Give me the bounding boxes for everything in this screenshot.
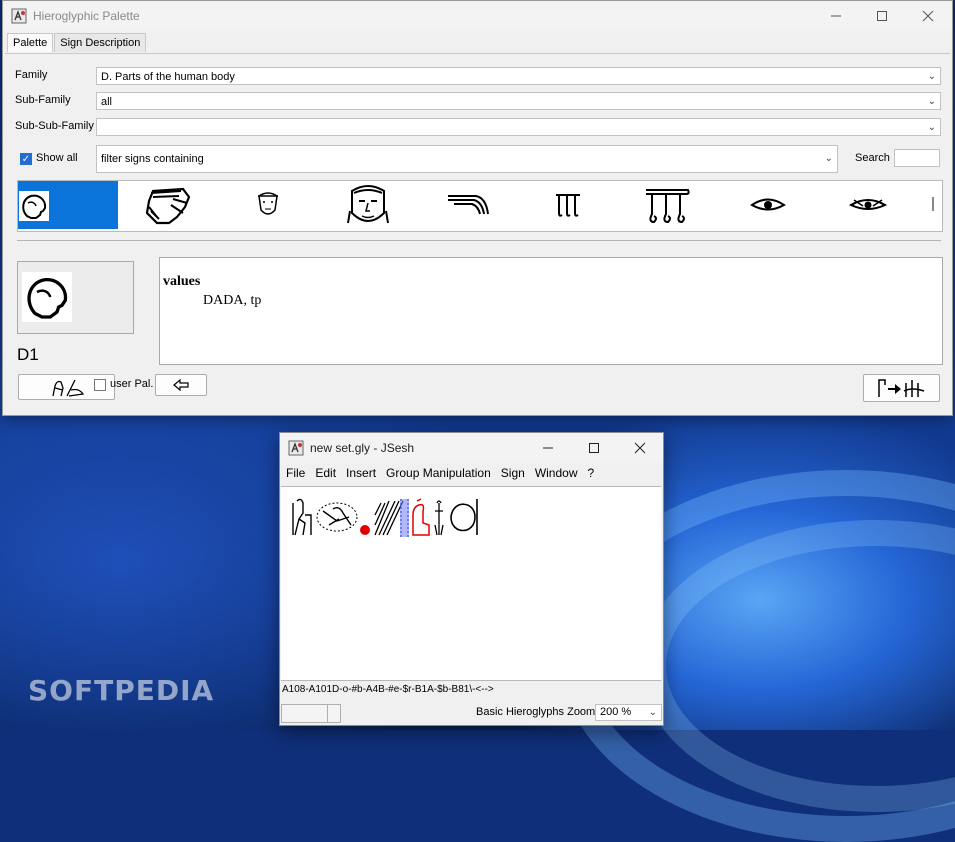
menu-file[interactable]: File <box>286 466 305 480</box>
insert-sign-button[interactable] <box>863 374 940 402</box>
chevron-down-icon: ⌄ <box>927 122 936 133</box>
sign-d2[interactable] <box>118 181 218 229</box>
minimize-icon <box>831 15 841 17</box>
painted-eye-glyph-icon <box>849 199 887 210</box>
sign-d9[interactable] <box>818 181 918 229</box>
jsesh-titlebar[interactable]: new set.gly - JSesh <box>280 433 663 463</box>
menu-group-manipulation[interactable]: Group Manipulation <box>386 466 491 480</box>
menu-help[interactable]: ? <box>588 466 595 480</box>
back-button[interactable] <box>155 374 207 396</box>
subfamily-value: all <box>101 96 113 108</box>
tab-sign-description[interactable]: Sign Description <box>54 33 147 52</box>
palette-window: Hieroglyphic Palette Palette Sign Descri… <box>2 0 953 416</box>
lock-of-hair-glyph-icon <box>556 194 580 217</box>
chevron-down-icon: ⌄ <box>648 707 657 718</box>
strip-scrollbar[interactable] <box>932 197 934 211</box>
minimize-icon <box>543 447 553 449</box>
selected-sign-code: D1 <box>17 345 39 364</box>
zoom-select[interactable]: 200 % ⌄ <box>595 704 662 721</box>
softpedia-watermark: SOFTPEDIA <box>28 674 215 707</box>
eye-glyph-icon <box>750 198 786 211</box>
chevron-down-icon: ⌄ <box>927 71 936 82</box>
insert-arrow-glyphs-icon <box>877 379 924 397</box>
jsesh-menubar: File Edit Insert Group Manipulation Sign… <box>280 463 663 483</box>
jsesh-minimize-button[interactable] <box>525 433 571 463</box>
tab-palette[interactable]: Palette <box>7 33 54 52</box>
palette-tabs: Palette Sign Description <box>7 33 147 52</box>
java-app-icon <box>288 440 304 456</box>
sign-preview <box>17 261 134 334</box>
triple-hooks-glyph-icon <box>646 189 690 224</box>
subsubfamily-select[interactable]: ⌄ <box>96 118 941 136</box>
sign-d4[interactable] <box>318 181 418 229</box>
jsesh-statusbar: Basic Hieroglyphs Zoom 200 % ⌄ <box>280 703 663 723</box>
head-profile-glyph-icon <box>19 191 49 221</box>
values-heading: values <box>163 274 201 289</box>
filter-select[interactable]: filter signs containing ⌄ <box>96 145 838 173</box>
sign-preview-canvas <box>22 272 72 322</box>
zoom-value: 200 % <box>600 706 632 718</box>
sign-d3[interactable] <box>218 181 318 229</box>
minimize-button[interactable] <box>813 1 859 31</box>
chevron-down-icon: ⌄ <box>824 153 833 164</box>
sign-strip <box>17 180 943 232</box>
close-icon <box>634 442 646 454</box>
hieroglyph-editor-canvas[interactable] <box>281 486 661 681</box>
menu-edit[interactable]: Edit <box>315 466 336 480</box>
java-app-icon <box>11 8 27 24</box>
sign-d1[interactable] <box>18 181 118 229</box>
palette-panel: Family D. Parts of the human body ⌄ Sub-… <box>5 53 950 413</box>
hieroglyph-text-glyphs <box>292 498 478 537</box>
palette-titlebar[interactable]: Hieroglyphic Palette <box>3 1 952 31</box>
mdc-code-field[interactable]: A108-A101D-o-#b-A4B-#e-$r-B1A-$b-B81\-<-… <box>282 684 494 695</box>
family-value: D. Parts of the human body <box>101 71 235 83</box>
face-wig-glyph-icon <box>145 187 191 225</box>
separator <box>17 240 941 241</box>
status-cell-1 <box>281 704 328 723</box>
status-cell-2 <box>327 704 341 723</box>
sign-info-pane: values DADA, tp <box>159 257 943 365</box>
family-select[interactable]: D. Parts of the human body ⌄ <box>96 67 941 85</box>
zoom-label: Basic Hieroglyphs Zoom <box>476 706 596 718</box>
menu-window[interactable]: Window <box>535 466 578 480</box>
filter-value: filter signs containing <box>101 153 204 165</box>
show-all-checkbox[interactable]: ✓ <box>20 153 32 165</box>
sign-d6[interactable] <box>518 181 618 229</box>
jsesh-title: new set.gly - JSesh <box>310 441 415 455</box>
jsesh-maximize-button[interactable] <box>571 433 617 463</box>
palette-title: Hieroglyphic Palette <box>33 9 140 23</box>
maximize-icon <box>877 11 887 21</box>
show-all-label: Show all <box>36 152 78 164</box>
family-label: Family <box>15 69 48 81</box>
maximize-button[interactable] <box>859 1 905 31</box>
subfamily-select[interactable]: all ⌄ <box>96 92 941 110</box>
jsesh-window: new set.gly - JSesh File Edit Insert Gro… <box>279 432 664 726</box>
jsesh-close-button[interactable] <box>617 433 663 463</box>
maximize-icon <box>589 443 599 453</box>
sign-d7[interactable] <box>618 181 718 229</box>
search-label: Search <box>855 152 890 164</box>
hair-glyph-icon <box>448 195 489 215</box>
user-pal-label: user Pal. <box>110 378 154 390</box>
head-profile-glyph-icon <box>27 278 68 319</box>
small-face-glyph-icon <box>258 192 278 215</box>
scribe-glyphs-icon <box>51 379 84 397</box>
arrow-left-icon <box>173 379 189 391</box>
menu-sign[interactable]: Sign <box>501 466 525 480</box>
subfamily-label: Sub-Family <box>15 94 71 106</box>
close-icon <box>922 10 934 22</box>
subsubfamily-label: Sub-Sub-Family <box>15 120 94 132</box>
frontal-face-glyph-icon <box>347 185 389 224</box>
close-button[interactable] <box>905 1 951 31</box>
search-input[interactable] <box>894 149 940 167</box>
values-text: DADA, tp <box>203 293 262 308</box>
sign-d5[interactable] <box>418 181 518 229</box>
chevron-down-icon: ⌄ <box>927 96 936 107</box>
sign-d8[interactable] <box>718 181 818 229</box>
user-pal-checkbox[interactable] <box>94 379 106 391</box>
menu-insert[interactable]: Insert <box>346 466 376 480</box>
